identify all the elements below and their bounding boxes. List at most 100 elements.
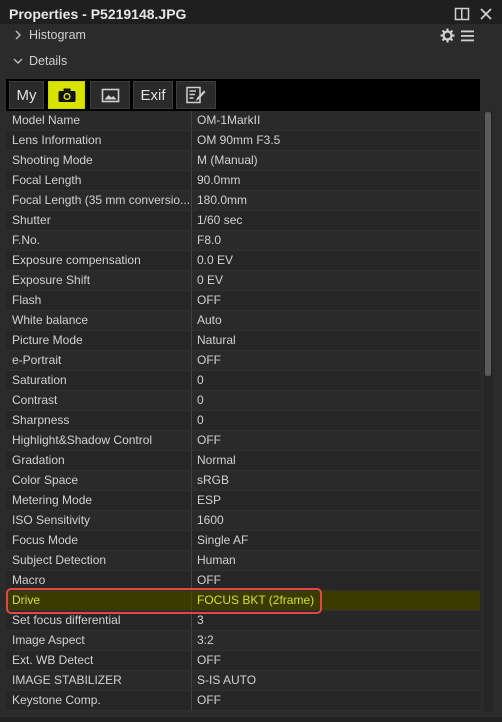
table-row[interactable]: Model Name OM-1MarkII <box>6 111 480 131</box>
property-label: Metering Mode <box>6 491 192 510</box>
property-value: Normal <box>197 453 236 467</box>
property-label: Drive <box>6 591 192 610</box>
property-label: Flash <box>6 291 192 310</box>
property-label: Gradation <box>6 451 192 470</box>
table-row[interactable]: Saturation 0 <box>6 371 480 391</box>
property-label: Focal Length <box>6 171 192 190</box>
properties-table[interactable]: Model Name OM-1MarkII Lens Information OM 9… <box>6 111 480 711</box>
property-label: Exposure Shift <box>6 271 192 290</box>
window-title: Properties - P5219148.JPG <box>9 6 187 22</box>
gear-icon[interactable] <box>440 28 455 43</box>
section-label-histogram: Histogram <box>29 28 86 42</box>
section-details[interactable]: Details <box>0 50 502 74</box>
property-label: Image Aspect <box>6 631 192 650</box>
property-value: Single AF <box>197 533 249 547</box>
property-value: 1/60 sec <box>197 213 243 227</box>
property-label: Model Name <box>6 111 192 130</box>
property-value: 0 <box>197 413 204 427</box>
property-value: OM 90mm F3.5 <box>197 133 281 147</box>
dock-panel-icon[interactable] <box>454 6 470 22</box>
tab-notes[interactable] <box>176 81 216 109</box>
table-row[interactable]: Set focus differential 3 <box>6 611 480 631</box>
table-row[interactable]: Focal Length 90.0mm <box>6 171 480 191</box>
table-row[interactable]: Highlight&Shadow Control OFF <box>6 431 480 451</box>
table-row[interactable]: Focus Mode Single AF <box>6 531 480 551</box>
table-row[interactable]: Flash OFF <box>6 291 480 311</box>
section-label-details: Details <box>29 54 68 68</box>
table-row[interactable]: Ext. WB Detect OFF <box>6 651 480 671</box>
property-label: Exposure compensation <box>6 251 192 270</box>
table-row[interactable]: Image Aspect 3:2 <box>6 631 480 651</box>
table-row[interactable]: Shooting Mode M (Manual) <box>6 151 480 171</box>
table-row[interactable]: Focal Length (35 mm conversio... 180.0mm <box>6 191 480 211</box>
close-icon[interactable] <box>478 6 494 22</box>
property-label: Set focus differential <box>6 611 192 630</box>
property-value: sRGB <box>197 473 230 487</box>
image-icon <box>101 88 119 102</box>
table-row[interactable]: Drive FOCUS BKT (2frame) <box>6 591 480 611</box>
table-row[interactable]: Picture Mode Natural <box>6 331 480 351</box>
table-row[interactable]: Exposure Shift 0 EV <box>6 271 480 291</box>
property-value: 90.0mm <box>197 173 241 187</box>
tab-camera[interactable] <box>48 81 85 109</box>
property-value: OFF <box>197 293 221 307</box>
menu-icon[interactable] <box>460 29 475 43</box>
table-row[interactable]: Macro OFF <box>6 571 480 591</box>
table-row[interactable]: Color Space sRGB <box>6 471 480 491</box>
property-value: Natural <box>197 333 236 347</box>
table-row[interactable]: Gradation Normal <box>6 451 480 471</box>
table-row[interactable]: Metering Mode ESP <box>6 491 480 511</box>
property-value: 3:2 <box>197 633 214 647</box>
property-value: 1600 <box>197 513 224 527</box>
table-row[interactable]: ISO Sensitivity 1600 <box>6 511 480 531</box>
property-label: Saturation <box>6 371 192 390</box>
property-value: OFF <box>197 653 221 667</box>
property-value: Human <box>197 553 236 567</box>
property-label: ISO Sensitivity <box>6 511 192 530</box>
property-label: Subject Detection <box>6 551 192 570</box>
property-value: 3 <box>197 613 204 627</box>
property-label: Picture Mode <box>6 331 192 350</box>
property-label: Shooting Mode <box>6 151 192 170</box>
table-row[interactable]: Shutter 1/60 sec <box>6 211 480 231</box>
property-label: Sharpness <box>6 411 192 430</box>
property-value: 180.0mm <box>197 193 248 207</box>
property-label: Macro <box>6 571 192 590</box>
property-value: FOCUS BKT (2frame) <box>197 593 315 607</box>
property-label: IMAGE STABILIZER <box>6 671 192 690</box>
chevron-right-icon <box>15 30 21 40</box>
chevron-down-icon <box>13 58 23 64</box>
tab-image[interactable] <box>90 81 130 109</box>
property-value: OFF <box>197 573 221 587</box>
table-row[interactable]: Contrast 0 <box>6 391 480 411</box>
property-value: OM-1MarkII <box>197 113 261 127</box>
property-label: Contrast <box>6 391 192 410</box>
camera-icon <box>58 88 75 102</box>
tab-exif[interactable]: Exif <box>133 81 173 109</box>
table-row[interactable]: F.No. F8.0 <box>6 231 480 251</box>
scroll-thumb[interactable] <box>485 112 491 376</box>
property-label: Ext. WB Detect <box>6 651 192 670</box>
table-row[interactable]: e-Portrait OFF <box>6 351 480 371</box>
table-row[interactable]: Sharpness 0 <box>6 411 480 431</box>
tab-exif-label: Exif <box>140 86 166 104</box>
panel-bottom-edge <box>0 717 502 722</box>
scrollbar[interactable] <box>484 111 493 711</box>
property-value: OFF <box>197 433 221 447</box>
property-label: Focus Mode <box>6 531 192 550</box>
table-row[interactable]: Keystone Comp. OFF <box>6 691 480 711</box>
section-histogram[interactable]: Histogram <box>0 24 502 48</box>
property-label: e-Portrait <box>6 351 192 370</box>
table-row[interactable]: Exposure compensation 0.0 EV <box>6 251 480 271</box>
property-value: 0 <box>197 373 204 387</box>
details-tab-strip: My Exif <box>6 79 480 111</box>
table-row[interactable]: Lens Information OM 90mm F3.5 <box>6 131 480 151</box>
table-row[interactable]: Subject Detection Human <box>6 551 480 571</box>
table-row[interactable]: IMAGE STABILIZER S-IS AUTO <box>6 671 480 691</box>
property-value: ESP <box>197 493 222 507</box>
property-label: Lens Information <box>6 131 192 150</box>
property-value: F8.0 <box>197 233 222 247</box>
tab-my[interactable]: My <box>9 81 44 109</box>
table-row[interactable]: White balance Auto <box>6 311 480 331</box>
property-value: 0 <box>197 393 204 407</box>
